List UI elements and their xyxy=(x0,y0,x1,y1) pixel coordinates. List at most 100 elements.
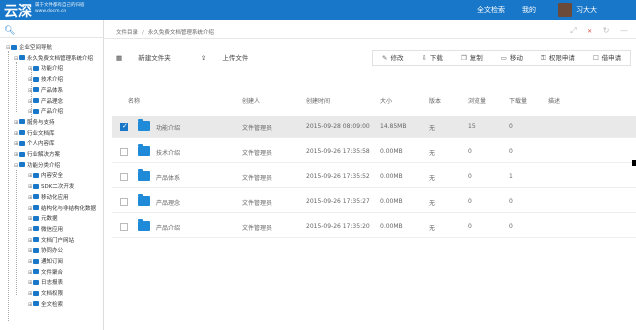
folder-icon xyxy=(33,226,39,232)
col-created[interactable]: 创建时间 xyxy=(306,96,330,105)
sidebar-item[interactable]: ⊞ 协同办公 xyxy=(28,247,63,256)
sidebar-item[interactable]: ⊞ 文件聚合 xyxy=(28,269,63,278)
folder-icon xyxy=(33,269,39,275)
sidebar-item[interactable]: ⊞ 产品介绍 xyxy=(28,108,63,117)
folder-icon xyxy=(19,151,25,157)
row-checkbox[interactable] xyxy=(120,198,128,206)
file-name[interactable]: 功能介绍 xyxy=(156,123,180,132)
table-row[interactable]: 产品体系 文件管理员 2015-09-26 17:35:52 0.00MB 无 0 1 xyxy=(112,166,636,188)
sidebar-item[interactable]: ⊞ SDK二次开发 xyxy=(28,183,74,192)
copy-button[interactable]: ❐ 复制 xyxy=(452,51,492,65)
sidebar-item[interactable]: ⊞ 技术介绍 xyxy=(28,76,63,85)
folder-icon xyxy=(33,215,39,221)
folder-icon xyxy=(33,258,39,264)
cell-views: 0 xyxy=(468,173,472,180)
new-folder-button[interactable]: ▦ 新建文件夹 xyxy=(116,54,185,62)
cell-created: 2015-09-26 17:35:58 xyxy=(306,148,370,155)
sidebar-item[interactable]: ⊞ 文档权限 xyxy=(28,290,63,299)
sidebar-item[interactable]: ⊞ 微信应用 xyxy=(28,226,63,235)
sidebar-item[interactable]: ⊞ 产品体系 xyxy=(28,87,63,96)
sidebar-item[interactable]: ⊞ 日志报表 xyxy=(28,279,63,288)
edit-button[interactable]: ✎ 修改 xyxy=(373,51,412,65)
borrow-request-button[interactable]: ☐ 借申请 xyxy=(584,51,630,65)
file-name[interactable]: 产品介绍 xyxy=(156,223,180,232)
upload-button[interactable]: ⇪ 上传文件 xyxy=(201,54,263,62)
folder-icon xyxy=(33,108,39,114)
sidebar-item[interactable]: ⊞ 个人内容库 xyxy=(14,140,55,149)
sidebar-item[interactable]: ⊞ 服务与支持 xyxy=(14,119,55,128)
download-button[interactable]: ⇩ 下载 xyxy=(412,51,451,65)
sidebar-item[interactable]: ⊞ 移动化应用 xyxy=(28,194,69,203)
col-version[interactable]: 版本 xyxy=(429,96,441,105)
sidebar-item-label: 行业文档库 xyxy=(27,130,55,137)
permission-request-label: 权限申请 xyxy=(548,54,575,62)
sidebar-item[interactable]: ⊞ 行业解决方案 xyxy=(14,151,60,160)
table-row[interactable]: 产品理念 文件管理员 2015-09-26 17:35:27 0.00MB 无 0 0 xyxy=(112,191,636,213)
sidebar-item[interactable]: ⊟ 永久免费文档管理系统介绍 xyxy=(14,55,93,64)
sidebar-item-label: 行业解决方案 xyxy=(27,152,61,158)
sidebar-item[interactable]: ⊞ 功能介绍 xyxy=(28,65,63,74)
sidebar-item[interactable]: ⊞ 通知订阅 xyxy=(28,258,63,267)
resize-handle[interactable] xyxy=(632,160,636,166)
folder-icon[interactable] xyxy=(138,119,150,131)
sidebar-item[interactable]: ⊞ 元数据 xyxy=(28,215,58,224)
sidebar-item[interactable]: ⊞ 行业文档库 xyxy=(14,130,55,139)
table-row[interactable]: 产品介绍 文件管理员 2015-09-26 17:35:20 0.00MB 无 0 0 xyxy=(112,216,636,238)
sidebar-item[interactable]: ⊞ 结构化与非结构化数据 xyxy=(28,205,96,214)
download-icon: ⇩ xyxy=(421,54,427,62)
refresh-icon[interactable]: ↻ xyxy=(603,26,610,35)
window-controls: ⤢ ✕ ↻ — xyxy=(562,26,628,36)
file-name[interactable]: 技术介绍 xyxy=(156,148,180,157)
col-views[interactable]: 浏览量 xyxy=(468,96,486,105)
nav-mine[interactable]: 我的 xyxy=(522,5,536,15)
row-checkbox[interactable] xyxy=(120,148,128,156)
breadcrumb-root[interactable]: 文件目录 xyxy=(116,30,138,36)
col-size[interactable]: 大小 xyxy=(380,96,392,105)
col-description[interactable]: 描述 xyxy=(548,96,560,105)
cell-downloads: 0 xyxy=(509,148,513,155)
file-name[interactable]: 产品理念 xyxy=(156,198,180,207)
sidebar-item[interactable]: ⊟ 企业空间导航 xyxy=(6,44,52,53)
sidebar-item[interactable]: ⊞ 产品理念 xyxy=(28,98,63,107)
folder-icon[interactable] xyxy=(138,219,150,231)
sidebar-item-label: 企业空间导航 xyxy=(19,45,53,51)
permission-request-button[interactable]: ⚿ 权限申请 xyxy=(532,51,584,65)
minimize-icon[interactable]: — xyxy=(620,26,628,35)
sidebar-item-label: 文件聚合 xyxy=(41,269,64,276)
row-checkbox[interactable] xyxy=(120,223,128,231)
move-button[interactable]: ▭ 移动 xyxy=(492,51,532,65)
cell-downloads: 1 xyxy=(509,173,513,180)
cell-created: 2015-09-26 17:35:52 xyxy=(306,173,370,180)
folder-icon[interactable] xyxy=(138,169,150,181)
sidebar-item[interactable]: ⊞ 内容安全 xyxy=(28,172,63,181)
table-row[interactable]: 技术介绍 文件管理员 2015-09-26 17:35:58 0.00MB 无 0 0 xyxy=(112,141,636,163)
borrow-request-label: 借申请 xyxy=(601,54,622,62)
folder-icon xyxy=(19,162,25,168)
sidebar-item[interactable]: ⊞ 全文检索 xyxy=(28,301,63,310)
breadcrumb: 文件目录 / 永久免费文档管理系统介绍 xyxy=(116,28,214,36)
fullscreen-icon[interactable]: ⤢ xyxy=(570,26,576,35)
folder-icon[interactable] xyxy=(138,144,150,156)
sidebar-item-label: 产品介绍 xyxy=(41,109,64,116)
close-icon[interactable]: ✕ xyxy=(587,28,592,35)
col-name[interactable]: 名称 xyxy=(128,96,140,105)
row-checkbox[interactable] xyxy=(120,173,128,181)
avatar[interactable] xyxy=(558,3,572,17)
username[interactable]: 习大大 xyxy=(576,5,597,15)
col-creator[interactable]: 创建人 xyxy=(242,96,260,105)
cell-downloads: 0 xyxy=(509,123,513,130)
search-icon[interactable]: 🔍︎ xyxy=(4,26,15,36)
row-checkbox[interactable]: ✓ xyxy=(120,122,128,131)
sidebar-item[interactable]: ⊟ 功能分类介绍 xyxy=(14,162,60,171)
nav-fulltext-search[interactable]: 全文检索 xyxy=(477,5,505,15)
sidebar-item[interactable]: ⊞ 文档门户网站 xyxy=(28,237,74,246)
file-name[interactable]: 产品体系 xyxy=(156,173,180,182)
cell-version: 无 xyxy=(429,200,436,207)
sidebar-item-label: 内容安全 xyxy=(41,173,64,180)
table-row[interactable]: ✓ 功能介绍 文件管理员 2015-09-28 08:09:00 14.85MB 无 15 0 xyxy=(112,116,636,138)
cell-version: 无 xyxy=(429,150,436,157)
col-downloads[interactable]: 下载量 xyxy=(509,96,527,105)
folder-icon[interactable] xyxy=(138,194,150,206)
cell-size: 0.00MB xyxy=(380,198,403,205)
toolbar-left: ▦ 新建文件夹 ⇪ 上传文件 xyxy=(116,52,276,62)
